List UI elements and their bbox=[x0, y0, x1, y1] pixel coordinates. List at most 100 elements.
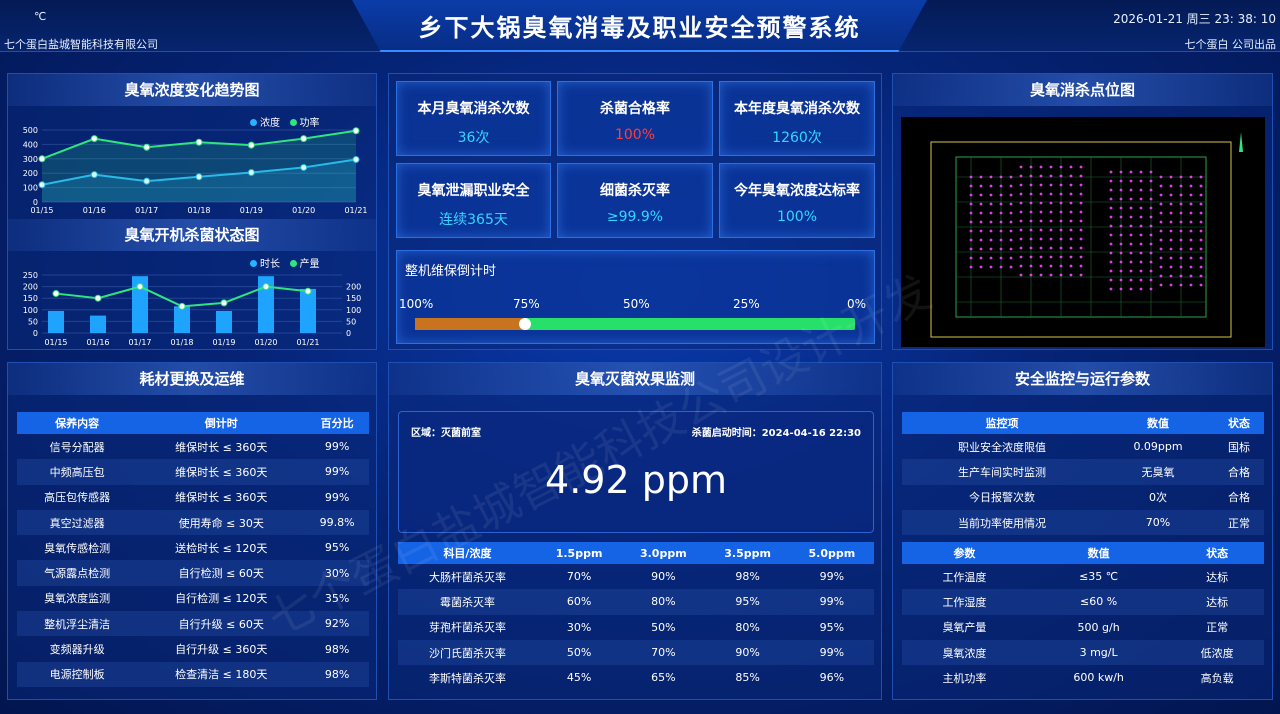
disinfection-point bbox=[1149, 170, 1153, 174]
disinfection-point bbox=[1199, 220, 1203, 224]
disinfection-point bbox=[999, 220, 1003, 224]
param-cell: 600 kw/h bbox=[1073, 671, 1124, 685]
disinfection-point bbox=[1079, 273, 1083, 277]
disinfection-point bbox=[1029, 210, 1033, 214]
disinfection-point bbox=[1129, 278, 1133, 282]
safety-panel: 安全监控与运行参数 监控项 数值 状态 职业安全浓度限值 0.09ppm 国标 生产车间实时… bbox=[892, 362, 1273, 700]
consumable-cell: 维保时长 ≤ 360天 bbox=[175, 440, 268, 454]
disinfection-point bbox=[1009, 193, 1013, 197]
maintenance-title: 整机维保倒计时 bbox=[405, 264, 497, 279]
disinfection-point bbox=[1069, 165, 1073, 169]
param-cell: 500 g/h bbox=[1077, 620, 1120, 634]
trend-chart-title: 臭氧浓度变化趋势图 bbox=[8, 74, 376, 106]
bar bbox=[300, 288, 316, 333]
col-header: 3.5ppm bbox=[705, 542, 790, 564]
disinfection-point bbox=[1189, 265, 1193, 269]
consumable-cell: 使用寿命 ≤ 30天 bbox=[137, 509, 306, 536]
disinfection-point bbox=[1009, 202, 1013, 206]
disinfection-point bbox=[1029, 201, 1033, 205]
disinfection-point bbox=[1149, 197, 1153, 201]
charts-panel: 臭氧浓度变化趋势图 浓度 功率 0 100 200 300 400 500 01/15 01/… bbox=[7, 73, 377, 350]
disinfection-point bbox=[1019, 201, 1023, 205]
consumables-panel: 耗材更换及运维 保养内容 倒计时 百分比 信号分配器 维保时长 ≤ 360天 99%… bbox=[7, 362, 377, 700]
disinfection-point bbox=[1049, 210, 1053, 214]
monitor-cell: 无臭氧 bbox=[1102, 459, 1214, 485]
disinfection-point bbox=[1019, 255, 1023, 259]
disinfection-point bbox=[1139, 278, 1143, 282]
maintenance-progress-fill bbox=[415, 318, 525, 330]
floor-plan-map[interactable] bbox=[901, 117, 1265, 347]
kpi-label: 本月臭氧消杀次数 bbox=[417, 101, 530, 117]
disinfection-point bbox=[1189, 229, 1193, 233]
disinfection-point bbox=[1119, 197, 1123, 201]
legend-dot-icon bbox=[250, 260, 257, 267]
disinfection-point bbox=[1069, 219, 1073, 223]
effect-cell: 95% bbox=[819, 620, 845, 634]
disinfection-point bbox=[1059, 165, 1063, 169]
progress-knob-handle[interactable] bbox=[519, 318, 531, 330]
disinfection-point bbox=[1139, 233, 1143, 237]
x-tick-label: 01/20 bbox=[292, 206, 315, 215]
tick-100: 100% bbox=[399, 297, 434, 311]
disinfection-point bbox=[1139, 242, 1143, 246]
consumable-cell: 98% bbox=[324, 642, 350, 656]
disinfection-point bbox=[1179, 193, 1183, 197]
disinfection-point bbox=[1159, 220, 1163, 224]
table-row: 信号分配器 维保时长 ≤ 360天 99% bbox=[17, 434, 369, 459]
weather-unit: ℃ bbox=[34, 10, 47, 23]
disinfection-point bbox=[1119, 170, 1123, 174]
disinfection-point bbox=[1149, 215, 1153, 219]
kpi-value: 100% bbox=[614, 127, 656, 143]
disinfection-point bbox=[1119, 188, 1123, 192]
effect-table: 科目/浓度 1.5ppm 3.0ppm 3.5ppm 5.0ppm 大肠杆菌杀灭率 70% 9… bbox=[398, 542, 874, 690]
disinfection-point bbox=[1079, 210, 1083, 214]
kpi-panel: 本月臭氧消杀次数 36次 杀菌合格率 100% 本年度臭氧消杀次数 1260次 臭氧泄… bbox=[388, 73, 882, 350]
disinfection-point bbox=[999, 175, 1003, 179]
disinfection-point bbox=[979, 256, 983, 260]
disinfection-point bbox=[1149, 224, 1153, 228]
monitor-cell: 0次 bbox=[1149, 491, 1168, 505]
disinfection-point bbox=[1009, 175, 1013, 179]
monitor-cell: 0.09ppm bbox=[1133, 440, 1183, 454]
table-row: 工作温度 ≤35 ℃ 达标 bbox=[902, 564, 1264, 589]
disinfection-point bbox=[1199, 238, 1203, 242]
disinfection-point bbox=[1169, 193, 1173, 197]
disinfection-point bbox=[1079, 237, 1083, 241]
disinfection-point bbox=[1059, 201, 1063, 205]
disinfection-point bbox=[1059, 210, 1063, 214]
legend-dot-icon bbox=[289, 119, 297, 126]
data-point bbox=[352, 127, 360, 135]
param-cell: 正常 bbox=[1206, 621, 1229, 635]
disinfection-point bbox=[969, 211, 973, 215]
disinfection-point bbox=[1199, 247, 1203, 251]
disinfection-point bbox=[1199, 265, 1203, 269]
disinfection-point bbox=[1189, 220, 1193, 224]
kpi-value: 连续365天 bbox=[439, 212, 508, 228]
disinfection-point bbox=[1049, 174, 1053, 178]
table-row: 电源控制板 检查清洁 ≤ 180天 98% bbox=[17, 661, 369, 687]
disinfection-point bbox=[989, 184, 993, 188]
disinfection-point bbox=[989, 220, 993, 224]
disinfection-point bbox=[1069, 183, 1073, 187]
disinfection-point bbox=[1129, 269, 1133, 273]
data-point bbox=[300, 135, 308, 143]
table-row: 气源露点检测 自行检测 ≤ 60天 30% bbox=[17, 560, 369, 586]
tick-0: 0% bbox=[847, 297, 867, 311]
disinfection-point bbox=[1019, 264, 1023, 268]
table-row: 大肠杆菌杀灭率 70% 90% 98% 99% bbox=[398, 564, 874, 589]
effect-cell: 95% bbox=[705, 589, 790, 615]
disinfection-point bbox=[1009, 211, 1013, 215]
col-header: 科目/浓度 bbox=[398, 542, 537, 564]
effect-cell: 霉菌杀灭率 bbox=[398, 589, 537, 615]
param-cell: ≤35 ℃ bbox=[1079, 570, 1119, 584]
disinfection-point bbox=[1019, 192, 1023, 196]
consumable-cell: 变频器升级 bbox=[49, 643, 105, 657]
disinfection-point bbox=[1159, 238, 1163, 242]
disinfection-point bbox=[999, 211, 1003, 215]
disinfection-point bbox=[1079, 165, 1083, 169]
consumable-cell: 92% bbox=[305, 611, 369, 637]
disinfection-point bbox=[1179, 238, 1183, 242]
consumable-cell: 自行检测 ≤ 120天 bbox=[175, 592, 268, 606]
map-title: 臭氧消杀点位图 bbox=[893, 74, 1272, 106]
disinfection-point bbox=[1189, 247, 1193, 251]
